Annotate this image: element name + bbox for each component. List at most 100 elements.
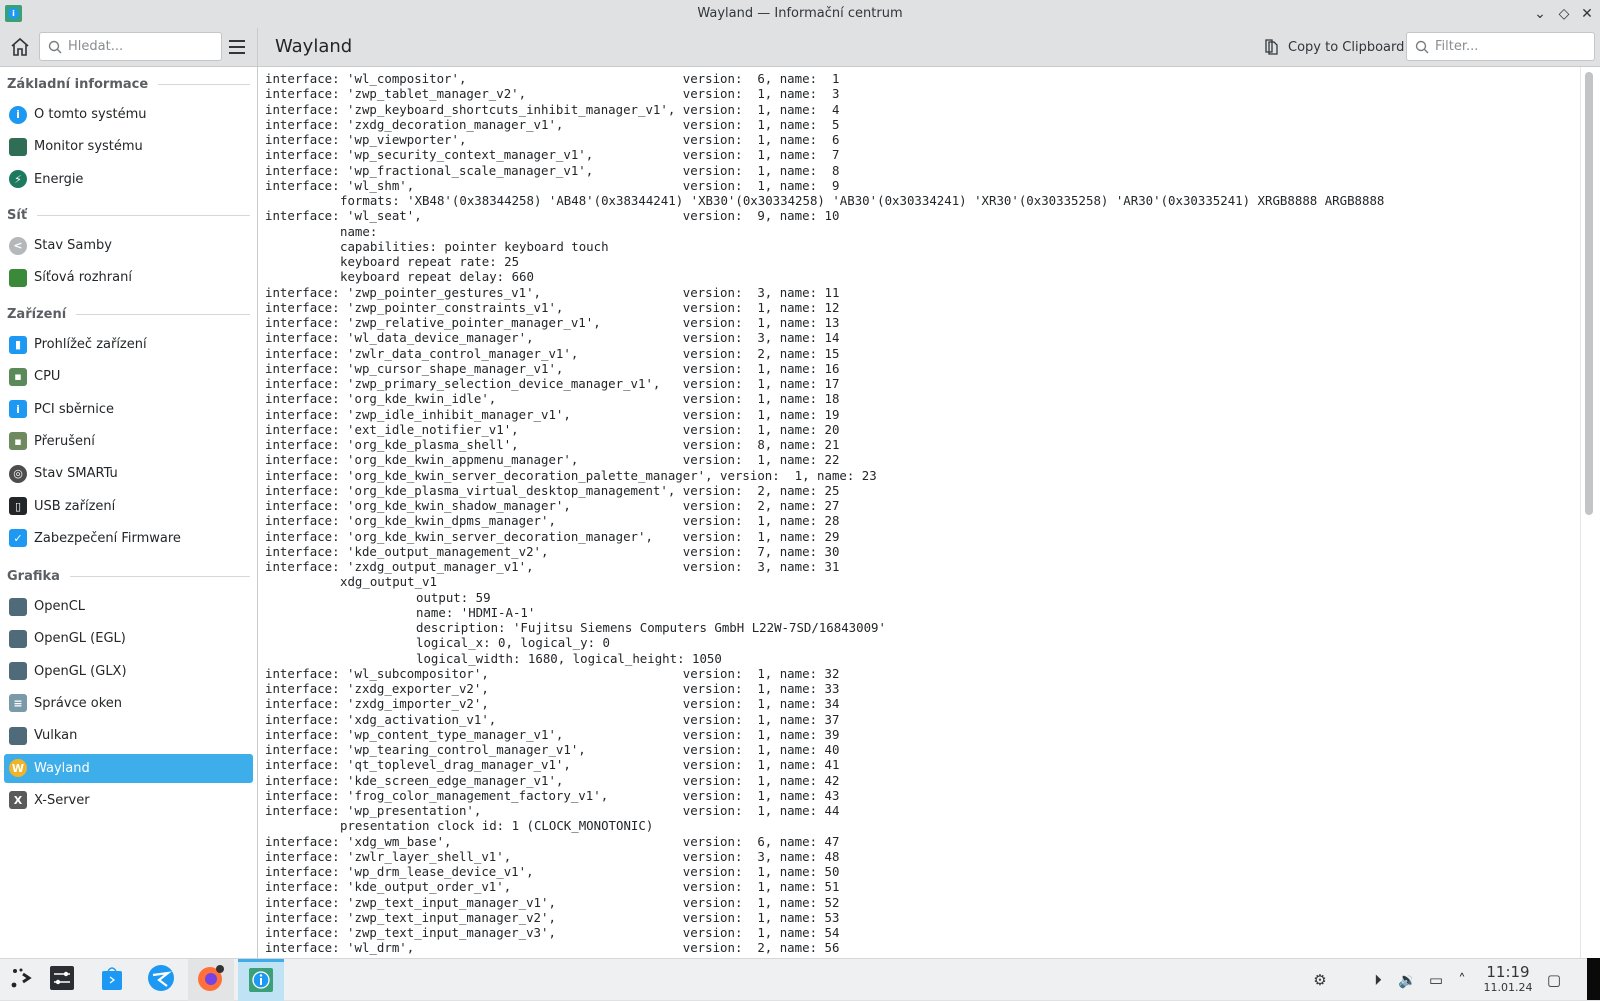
- energy-icon: ⚡: [9, 170, 27, 189]
- section-header: Základní informace: [7, 77, 250, 92]
- copy-to-clipboard-button[interactable]: Copy to Clipboard: [1264, 34, 1404, 60]
- sidebar-item-vulkan[interactable]: Vulkan: [4, 721, 253, 750]
- taskbar-krdc[interactable]: [138, 959, 184, 1001]
- interface-line: interface: 'kde_output_order_v1', versio…: [265, 879, 840, 895]
- home-button[interactable]: [8, 35, 32, 59]
- interface-line: interface: 'wp_security_context_manager_…: [265, 147, 840, 163]
- sidebar-item-s-ov-rozhran-[interactable]: Síťová rozhraní: [4, 263, 253, 292]
- info-center-icon: [247, 966, 275, 998]
- sidebar-item-label: OpenCL: [34, 599, 86, 614]
- filter-placeholder: Filter...: [1435, 39, 1479, 54]
- sidebar-item-opengl-glx-[interactable]: OpenGL (GLX): [4, 657, 253, 686]
- sidebar-item-label: OpenGL (GLX): [34, 663, 127, 679]
- search-input[interactable]: Hledat...: [39, 32, 222, 61]
- interface-line: interface: 'zwp_keyboard_shortcuts_inhib…: [265, 101, 840, 117]
- home-icon: [11, 37, 29, 56]
- title-bar: i Wayland — Informační centrum ⌄ ◇ ✕: [0, 0, 1600, 28]
- media-player-tray-icon[interactable]: ⏵: [1369, 971, 1387, 989]
- interface-line: interface: 'kde_screen_edge_manager_v1',…: [265, 772, 840, 788]
- interface-line: interface: 'wl_drm', version: 2, name: 5…: [265, 940, 840, 956]
- interface-line: interface: 'org_kde_kwin_server_decorati…: [265, 528, 840, 544]
- search-icon: [1415, 40, 1429, 53]
- interface-line: interface: 'wl_compositor', version: 6, …: [265, 71, 840, 86]
- detail-line: output: 59: [416, 589, 491, 605]
- taskbar-discover[interactable]: [89, 959, 135, 1001]
- page-title: Wayland: [275, 36, 353, 57]
- sidebar-item-wayland[interactable]: W Wayland: [4, 753, 253, 783]
- sidebar-item-stav-samby[interactable]: < Stav Samby: [4, 231, 253, 260]
- interface-line: interface: 'org_kde_kwin_appmenu_manager…: [265, 452, 840, 468]
- section-header: Zařízení: [7, 307, 250, 322]
- detail-line: description: 'Fujitsu Siemens Computers …: [416, 620, 886, 635]
- copy-label: Copy to Clipboard: [1288, 39, 1405, 55]
- sidebar-item-stav-smartu[interactable]: ◎ Stav SMARTu: [4, 459, 253, 488]
- scrollbar-thumb[interactable]: [1585, 72, 1593, 515]
- sidebar: Základní informace i O tomto systému Monito…: [0, 67, 257, 958]
- section-header: Síť: [7, 208, 250, 223]
- sidebar-item-label: PCI sběrnice: [34, 401, 115, 417]
- sidebar-item-usb-za-zen-[interactable]: ▯ USB zařízení: [4, 492, 253, 521]
- clock[interactable]: 11:19 11.01.24: [1482, 963, 1534, 995]
- clock-time: 11:19: [1486, 963, 1530, 981]
- detail-line: keyboard repeat rate: 25: [340, 254, 520, 269]
- search-placeholder: Hledat...: [68, 39, 124, 54]
- maximize-button[interactable]: ◇: [1555, 5, 1573, 23]
- interface-line: interface: 'wp_drm_lease_device_v1', ver…: [265, 864, 840, 879]
- sidebar-item-spr-vce-oken[interactable]: ≡ Správce oken: [4, 689, 253, 718]
- sidebar-item-energie[interactable]: ⚡ Energie: [4, 165, 253, 194]
- show-hidden-tray-icon[interactable]: ˄: [1453, 971, 1471, 989]
- interface-line: interface: 'wp_viewporter', version: 1, …: [265, 132, 840, 147]
- sidebar-item-label: Vulkan: [34, 728, 78, 744]
- hamburger-icon: [229, 40, 245, 54]
- sidebar-item-pci-sb-rnice[interactable]: i PCI sběrnice: [4, 395, 253, 424]
- close-button[interactable]: ✕: [1578, 5, 1596, 23]
- window-title: Wayland — Informační centrum: [697, 6, 903, 21]
- kde-connect-tray-icon[interactable]: ⚙: [1311, 971, 1329, 989]
- interface-line: interface: 'zxdg_exporter_v2', version: …: [265, 681, 840, 696]
- interface-line: interface: 'zxdg_decoration_manager_v1',…: [265, 116, 840, 132]
- interface-line: interface: 'wl_subcompositor', version: …: [265, 665, 840, 681]
- pci-icon: i: [9, 400, 27, 419]
- taskbar: ⚙ ⏵ 🔉 ▭ ˄ 11:19 11.01.24 ▢: [0, 958, 1600, 1001]
- interface-line: interface: 'zwp_text_input_manager_v2', …: [265, 909, 840, 925]
- volume-tray-icon[interactable]: 🔉: [1398, 971, 1417, 989]
- opencl-icon: [9, 597, 27, 616]
- scrollbar-track[interactable]: [1580, 67, 1581, 958]
- show-desktop-icon[interactable]: ▢: [1545, 971, 1563, 989]
- interface-line: interface: 'wp_fractional_scale_manager_…: [265, 162, 840, 178]
- interface-line: interface: 'ext_idle_notifier_v1', versi…: [265, 421, 840, 437]
- smart-status-icon: ◎: [9, 464, 27, 483]
- minimize-button[interactable]: ⌄: [1531, 5, 1549, 23]
- interrupts-icon: ▪: [9, 432, 27, 451]
- sidebar-item-opengl-egl-[interactable]: OpenGL (EGL): [4, 624, 253, 653]
- firefox-icon: [196, 963, 226, 997]
- taskbar-system-settings[interactable]: [39, 959, 85, 1001]
- sidebar-item-x-server[interactable]: X X-Server: [4, 786, 253, 815]
- detail-line: keyboard repeat delay: 660: [340, 269, 534, 285]
- sidebar-item-p-eru-en-[interactable]: ▪ Přerušení: [4, 427, 253, 456]
- sidebar-item-prohl-e-za-zen-[interactable]: ▮ Prohlížeč zařízení: [4, 330, 253, 359]
- sidebar-item-monitor-syst-mu[interactable]: Monitor systému: [4, 132, 253, 161]
- vulkan-icon: [9, 726, 27, 745]
- network-tray-icon[interactable]: ▭: [1427, 971, 1445, 989]
- xserver-icon: X: [9, 791, 27, 810]
- remote-desktop-icon: [147, 964, 175, 996]
- interface-line: interface: 'kde_output_management_v2', v…: [265, 543, 840, 559]
- filter-input[interactable]: Filter...: [1406, 32, 1595, 61]
- menu-button[interactable]: [226, 37, 248, 57]
- wayland-icon: W: [9, 759, 27, 777]
- interface-line: interface: 'zwp_pointer_constraints_v1',…: [265, 299, 840, 315]
- interface-line: interface: 'wp_cursor_shape_manager_v1',…: [265, 360, 840, 376]
- section-header: Grafika: [7, 569, 250, 584]
- discover-store-icon: [99, 964, 125, 996]
- sidebar-item-opencl[interactable]: OpenCL: [4, 592, 253, 621]
- sidebar-item-o-tomto-syst-mu[interactable]: i O tomto systému: [4, 100, 253, 129]
- taskbar-info-center[interactable]: [238, 959, 284, 1001]
- detail-line: xdg_output_v1: [340, 574, 437, 590]
- toolbar: Hledat... Wayland Copy to Clipboard Filt…: [0, 28, 1600, 67]
- sidebar-item-cpu[interactable]: ▪ CPU: [4, 362, 253, 391]
- interface-line: interface: 'wp_presentation', version: 1…: [265, 803, 840, 818]
- sidebar-item-zabezpe-en-firmware[interactable]: ✓ Zabezpečení Firmware: [4, 524, 253, 553]
- interface-line: interface: 'zwp_text_input_manager_v1', …: [265, 894, 840, 910]
- taskbar-firefox[interactable]: [188, 959, 234, 1001]
